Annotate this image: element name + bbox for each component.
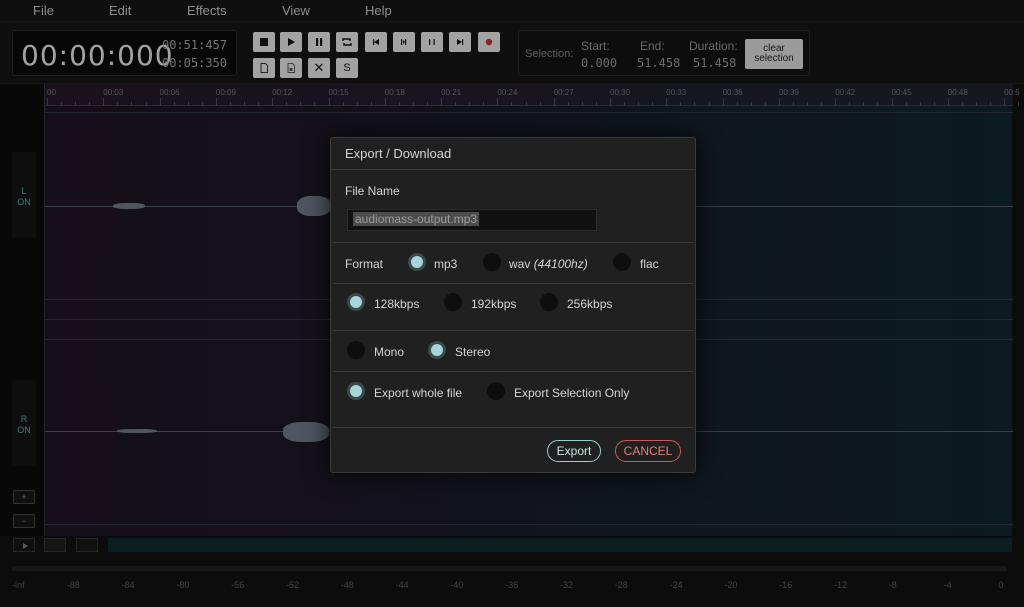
bitrate-128-label[interactable]: 128kbps [374, 297, 419, 311]
channels-mono-label[interactable]: Mono [374, 345, 404, 359]
format-mp3-label[interactable]: mp3 [434, 257, 457, 271]
channels-stereo-radio[interactable] [428, 341, 446, 359]
format-wav-text: wav [509, 257, 531, 271]
bitrate-192-radio[interactable] [444, 293, 462, 311]
format-label: Format [345, 257, 384, 271]
divider [333, 427, 693, 428]
cancel-button[interactable]: CANCEL [615, 440, 681, 462]
export-selection-radio[interactable] [487, 382, 505, 400]
bitrate-256-radio[interactable] [540, 293, 558, 311]
audiomass-app: File Edit Effects View Help 00:00:000 00… [0, 0, 1024, 607]
export-whole-radio[interactable] [347, 382, 365, 400]
dialog-title: Export / Download [331, 138, 695, 170]
format-flac-label[interactable]: flac [640, 257, 659, 271]
format-wav-label[interactable]: wav (44100hz) [509, 257, 588, 271]
export-whole-label[interactable]: Export whole file [374, 386, 462, 400]
export-dialog: Export / Download File Name audiomass-ou… [330, 137, 696, 473]
divider [333, 242, 693, 243]
format-mp3-radio[interactable] [408, 253, 426, 271]
channels-stereo-label[interactable]: Stereo [455, 345, 490, 359]
file-name-label: File Name [345, 184, 400, 198]
format-wav-note: (44100hz) [533, 257, 588, 271]
file-name-input[interactable]: audiomass-output.mp3 [347, 209, 597, 231]
bitrate-192-label[interactable]: 192kbps [471, 297, 516, 311]
divider [333, 330, 693, 331]
divider [333, 371, 693, 372]
channels-mono-radio[interactable] [347, 341, 365, 359]
divider [333, 283, 693, 284]
format-wav-radio[interactable] [483, 253, 501, 271]
export-selection-label[interactable]: Export Selection Only [514, 386, 629, 400]
export-button[interactable]: Export [547, 440, 601, 462]
format-flac-radio[interactable] [613, 253, 631, 271]
file-name-value: audiomass-output.mp3 [353, 212, 480, 226]
bitrate-256-label[interactable]: 256kbps [567, 297, 612, 311]
bitrate-128-radio[interactable] [347, 293, 365, 311]
